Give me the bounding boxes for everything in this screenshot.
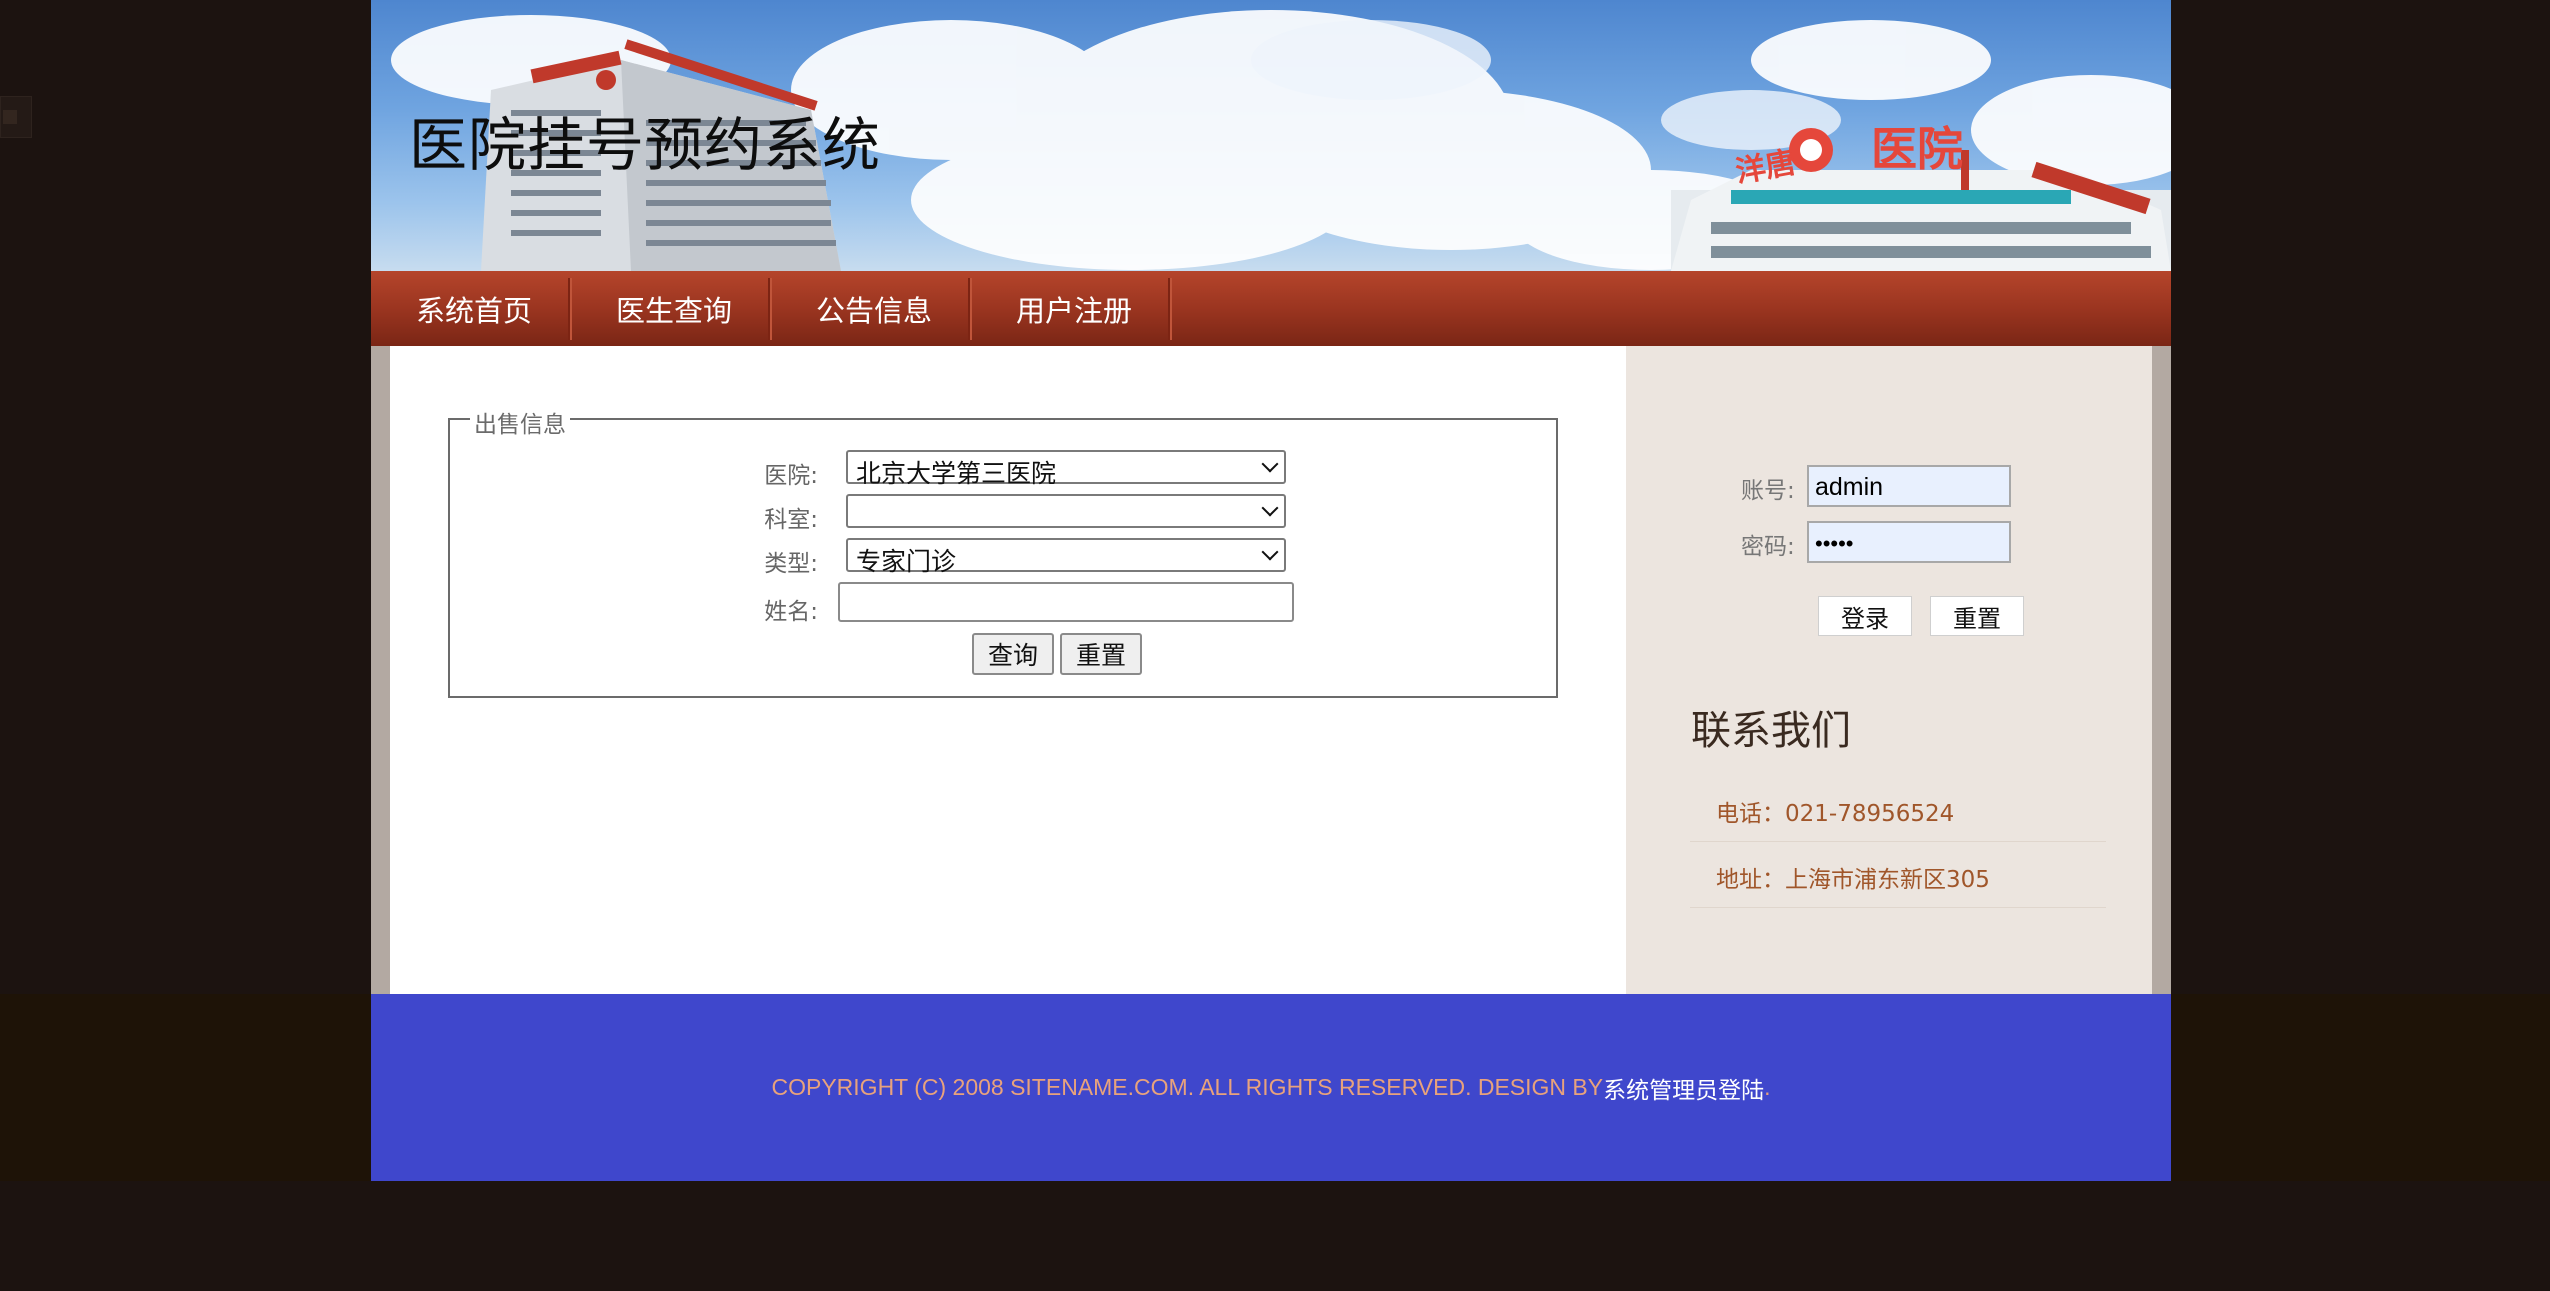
footer: COPYRIGHT (C) 2008 SITENAME.COM. ALL RIG… bbox=[371, 994, 2171, 1181]
chevron-down-icon bbox=[1261, 499, 1279, 517]
name-input[interactable] bbox=[838, 582, 1294, 622]
search-panel: 出售信息 医院: 北京大学第三医院 科室: 类型: 专家门诊 姓名: 查询 重置 bbox=[448, 405, 1558, 698]
hospital-select[interactable]: 北京大学第三医院 bbox=[846, 450, 1286, 488]
nav-home[interactable]: 系统首页 bbox=[371, 277, 571, 340]
type-select[interactable]: 专家门诊 bbox=[846, 538, 1286, 576]
type-label: 类型: bbox=[764, 551, 818, 577]
login-reset-button[interactable]: 重置 bbox=[1930, 596, 2024, 636]
account-input[interactable]: admin bbox=[1807, 465, 2011, 507]
hospital-select-value: 北京大学第三医院 bbox=[856, 459, 1057, 488]
contact-address: 地址：上海市浦东新区305 bbox=[1690, 842, 2106, 908]
site-container: 医院 洋唐 医院挂号预约系统 系统首页 医生查询 公告信息 用户注册 出售信息 bbox=[371, 0, 2171, 1181]
name-label: 姓名: bbox=[764, 599, 818, 625]
svg-text:医院: 医院 bbox=[1871, 122, 1963, 176]
sidebar: 账号: admin 密码: ••••• 登录 重置 联系我们 电话：021-78… bbox=[1626, 346, 2152, 994]
account-label: 账号: bbox=[1741, 478, 1795, 504]
main-content: 出售信息 医院: 北京大学第三医院 科室: 类型: 专家门诊 姓名: 查询 重置 bbox=[390, 346, 1626, 994]
footer-copyright: COPYRIGHT (C) 2008 SITENAME.COM. ALL RIG… bbox=[771, 1074, 1604, 1100]
type-select-value: 专家门诊 bbox=[856, 547, 957, 576]
side-tab-icon bbox=[3, 110, 17, 124]
hospital-row: 医院: 北京大学第三医院 bbox=[450, 450, 1556, 490]
contact-title: 联系我们 bbox=[1691, 708, 1851, 754]
side-tab[interactable] bbox=[0, 96, 32, 138]
footer-period: . bbox=[1764, 1074, 1771, 1100]
content-frame: 出售信息 医院: 北京大学第三医院 科室: 类型: 专家门诊 姓名: 查询 重置… bbox=[371, 346, 2171, 994]
search-panel-legend: 出售信息 bbox=[470, 405, 570, 439]
password-label: 密码: bbox=[1741, 534, 1795, 560]
department-label: 科室: bbox=[764, 507, 818, 533]
admin-login-link[interactable]: 系统管理员登陆 bbox=[1603, 1071, 1764, 1105]
department-row: 科室: bbox=[450, 494, 1556, 534]
password-input[interactable]: ••••• bbox=[1807, 521, 2011, 563]
page: 医院 洋唐 医院挂号预约系统 系统首页 医生查询 公告信息 用户注册 出售信息 bbox=[0, 0, 2550, 1291]
nav-register[interactable]: 用户注册 bbox=[970, 277, 1171, 340]
header-banner: 医院 洋唐 医院挂号预约系统 bbox=[371, 0, 2171, 271]
department-select[interactable] bbox=[846, 494, 1286, 528]
name-row: 姓名: bbox=[450, 582, 1556, 625]
type-row: 类型: 专家门诊 bbox=[450, 538, 1556, 578]
search-button[interactable]: 查询 bbox=[972, 633, 1054, 675]
nav-doctor-search[interactable]: 医生查询 bbox=[570, 277, 771, 340]
main-nav: 系统首页 医生查询 公告信息 用户注册 bbox=[371, 271, 2171, 346]
login-button[interactable]: 登录 bbox=[1818, 596, 1912, 636]
contact-phone: 电话：021-78956524 bbox=[1690, 776, 2106, 842]
reset-button[interactable]: 重置 bbox=[1060, 633, 1142, 675]
site-title: 医院挂号预约系统 bbox=[409, 111, 882, 179]
hospital-label: 医院: bbox=[764, 463, 818, 489]
chevron-down-icon bbox=[1261, 455, 1279, 473]
nav-announcements[interactable]: 公告信息 bbox=[770, 277, 971, 340]
chevron-down-icon bbox=[1261, 543, 1279, 561]
